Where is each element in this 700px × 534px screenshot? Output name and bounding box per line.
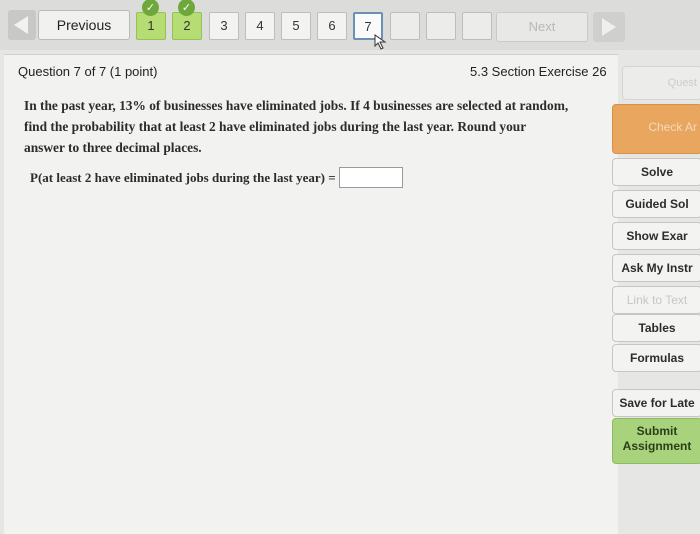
tables-button[interactable]: Tables (612, 314, 700, 342)
question-header: Question 7 of 7 (1 point) (18, 64, 158, 79)
question-5-button[interactable]: 5 (281, 12, 311, 40)
question-6-button[interactable]: 6 (317, 12, 347, 40)
question-panel: Question 7 of 7 (1 point) 5.3 Section Ex… (4, 54, 618, 534)
submit-label-line: Submit (636, 424, 678, 438)
question-text: In the past year, 13% of businesses have… (24, 95, 614, 158)
guided-solution-button[interactable]: Guided Sol (612, 190, 700, 218)
question-help-tab[interactable]: Quest (622, 66, 700, 100)
question-number: 3 (220, 18, 228, 33)
section-label: 5.3 Section Exercise 26 (470, 64, 607, 79)
submit-assignment-button[interactable]: Submit Assignment (612, 418, 700, 464)
question-number: 4 (256, 18, 264, 33)
question-number: 1 (147, 18, 155, 33)
empty-question-slot (462, 12, 492, 40)
question-1-button[interactable]: 1 (136, 12, 166, 40)
question-number: 5 (292, 18, 300, 33)
answer-label: P(at least 2 have eliminated jobs during… (30, 169, 336, 185)
check-answer-button[interactable]: Check Ar (612, 104, 700, 154)
question-4-button[interactable]: 4 (245, 12, 275, 40)
question-number: 7 (364, 19, 372, 34)
answer-input[interactable] (338, 167, 403, 188)
back-arrow-icon[interactable] (8, 10, 36, 40)
formulas-button[interactable]: Formulas (612, 344, 700, 372)
empty-question-slot (426, 12, 456, 40)
question-number: 6 (328, 18, 336, 33)
answer-row: P(at least 2 have eliminated jobs during… (30, 167, 403, 188)
empty-question-slot (390, 12, 420, 40)
question-navigation-bar: Previous 1 ✓ 2 ✓ 3 4 5 6 7 Next (0, 0, 700, 50)
question-text-line: answer to three decimal places. (24, 140, 202, 155)
question-2-button[interactable]: 2 (172, 12, 202, 40)
question-text-line: find the probability that at least 2 hav… (24, 119, 527, 134)
question-3-button[interactable]: 3 (209, 12, 239, 40)
save-for-later-button[interactable]: Save for Late (612, 389, 700, 417)
mouse-pointer-icon (374, 34, 387, 50)
previous-button[interactable]: Previous (38, 10, 130, 40)
question-text-line: In the past year, 13% of businesses have… (24, 98, 569, 113)
question-number: 2 (183, 18, 191, 33)
link-to-text-button[interactable]: Link to Text (612, 286, 700, 314)
submit-label-line: Assignment (622, 439, 692, 453)
forward-arrow-icon[interactable] (593, 12, 625, 42)
solve-button[interactable]: Solve (612, 158, 700, 186)
ask-my-instructor-button[interactable]: Ask My Instr (612, 254, 700, 282)
next-button[interactable]: Next (496, 12, 588, 42)
show-example-button[interactable]: Show Exar (612, 222, 700, 250)
